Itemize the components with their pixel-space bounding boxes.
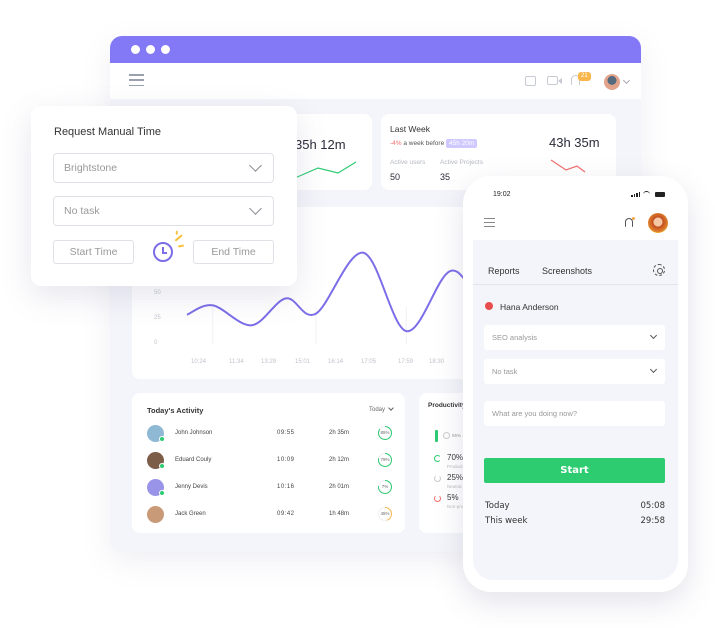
dialog-title: Request Manual Time <box>54 126 161 138</box>
duration: 2h 01m <box>329 484 350 490</box>
today-value: 05:08 <box>640 501 666 511</box>
member-name: Jenny Devis <box>175 484 208 490</box>
tab-reports[interactable]: Reports <box>488 266 520 276</box>
tab-screenshots[interactable]: Screenshots <box>542 266 592 276</box>
task-select[interactable]: No task <box>484 359 665 384</box>
clock-icon <box>153 242 173 262</box>
start-time: 09:42 <box>277 511 295 517</box>
gear-icon[interactable] <box>653 264 665 276</box>
mobile-app-phone: 19:02 Reports Screenshots Hana Anderson … <box>463 176 688 592</box>
nonproductive-percent: 5% <box>447 493 459 502</box>
clock-icon <box>443 432 450 439</box>
activity-row[interactable]: Jenny Devis 10:16 2h 01m 7% <box>147 477 397 499</box>
chevron-down-icon <box>649 365 658 374</box>
user-avatar[interactable] <box>604 74 620 90</box>
project-select[interactable]: Brightstone <box>53 153 274 183</box>
notification-badge: 21 <box>578 72 591 81</box>
current-sparkline <box>294 161 357 179</box>
phone-screen: 19:02 Reports Screenshots Hana Anderson … <box>473 184 678 580</box>
clock-ray <box>176 230 178 235</box>
battery-icon <box>655 192 665 197</box>
end-time-input[interactable]: End Time <box>193 240 274 264</box>
activity-row[interactable]: John Johnson 09:55 2h 35m 85% <box>147 423 397 445</box>
avatar <box>147 506 164 523</box>
project-select-value: Brightstone <box>64 162 118 174</box>
neutral-label: Neutral <box>447 484 462 489</box>
activity-row[interactable]: Eduard Couly 10:09 2h 12m 79% <box>147 450 397 472</box>
start-time: 10:09 <box>277 457 295 463</box>
neutral-percent: 25% <box>447 473 464 482</box>
user-name: Hana Anderson <box>500 302 559 312</box>
start-time: 09:55 <box>277 430 295 436</box>
window-dot <box>146 45 155 54</box>
menu-icon[interactable] <box>129 74 144 86</box>
start-button[interactable]: Start <box>484 458 665 483</box>
progress-percent: 79% <box>380 457 390 462</box>
signal-icon <box>631 192 640 197</box>
this-week-value: 29:58 <box>640 516 666 526</box>
task-select-value: No task <box>64 205 100 217</box>
status-dot <box>485 302 493 310</box>
notification-dot <box>632 217 635 220</box>
start-time: 10:16 <box>277 484 295 490</box>
neutral-ring-icon <box>434 475 441 482</box>
member-name: John Johnson <box>175 430 213 436</box>
online-indicator <box>159 490 165 496</box>
start-time-input[interactable]: Start Time <box>53 240 134 264</box>
chevron-down-icon[interactable] <box>622 76 631 85</box>
member-name: Jack Green <box>175 511 206 517</box>
phone-app-header <box>473 206 678 240</box>
this-week-label: This week <box>485 516 528 526</box>
online-indicator <box>159 463 165 469</box>
window-dot <box>161 45 170 54</box>
chevron-down-icon <box>649 331 658 340</box>
video-icon[interactable] <box>547 76 558 85</box>
task-select[interactable]: No task <box>53 196 274 226</box>
online-indicator <box>159 436 165 442</box>
activity-note-input[interactable]: What are you doing now? <box>484 401 665 426</box>
chevron-down-icon <box>249 202 262 215</box>
chevron-down-icon <box>249 159 262 172</box>
user-avatar[interactable] <box>648 213 668 233</box>
progress-percent: 85% <box>380 430 390 435</box>
productivity-title: Productivity <box>428 402 466 409</box>
message-icon[interactable] <box>525 76 536 86</box>
duration: 2h 35m <box>329 430 350 436</box>
divider <box>473 284 678 285</box>
clock-ray <box>177 244 185 248</box>
productivity-bar <box>435 430 438 442</box>
top-toolbar: 21 <box>110 63 641 99</box>
duration: 2h 12m <box>329 457 350 463</box>
project-select[interactable]: SEO analysis <box>484 325 665 350</box>
window-dot <box>131 45 140 54</box>
project-select-value: SEO analysis <box>492 333 538 342</box>
activity-row[interactable]: Jack Green 09:42 1h 48m 45% <box>147 504 397 526</box>
activity-title: Today's Activity <box>147 406 204 415</box>
progress-percent: 45% <box>380 511 390 516</box>
phone-status-bar: 19:02 <box>473 184 678 206</box>
phone-clock: 19:02 <box>493 191 511 198</box>
request-manual-time-dialog: Request Manual Time Brightstone No task … <box>31 106 297 286</box>
today-label: Today <box>485 501 510 511</box>
stat-card-current: 35h 12m <box>290 114 372 190</box>
activity-note-placeholder: What are you doing now? <box>492 409 578 418</box>
member-name: Eduard Couly <box>175 457 212 463</box>
todays-activity-card: Today's Activity Today John Johnson 09:55… <box>132 393 405 533</box>
progress-percent: 7% <box>381 484 389 489</box>
clock-ray <box>174 234 183 242</box>
menu-icon[interactable] <box>484 218 495 227</box>
productive-percent: 70% <box>447 453 464 462</box>
nonproductive-ring-icon <box>434 495 441 502</box>
wifi-icon <box>643 191 650 198</box>
window-titlebar <box>110 36 641 63</box>
activity-filter-dropdown[interactable]: Today <box>369 406 393 413</box>
task-select-value: No task <box>492 367 518 376</box>
duration: 1h 48m <box>329 511 350 517</box>
productive-ring-icon <box>434 455 441 462</box>
